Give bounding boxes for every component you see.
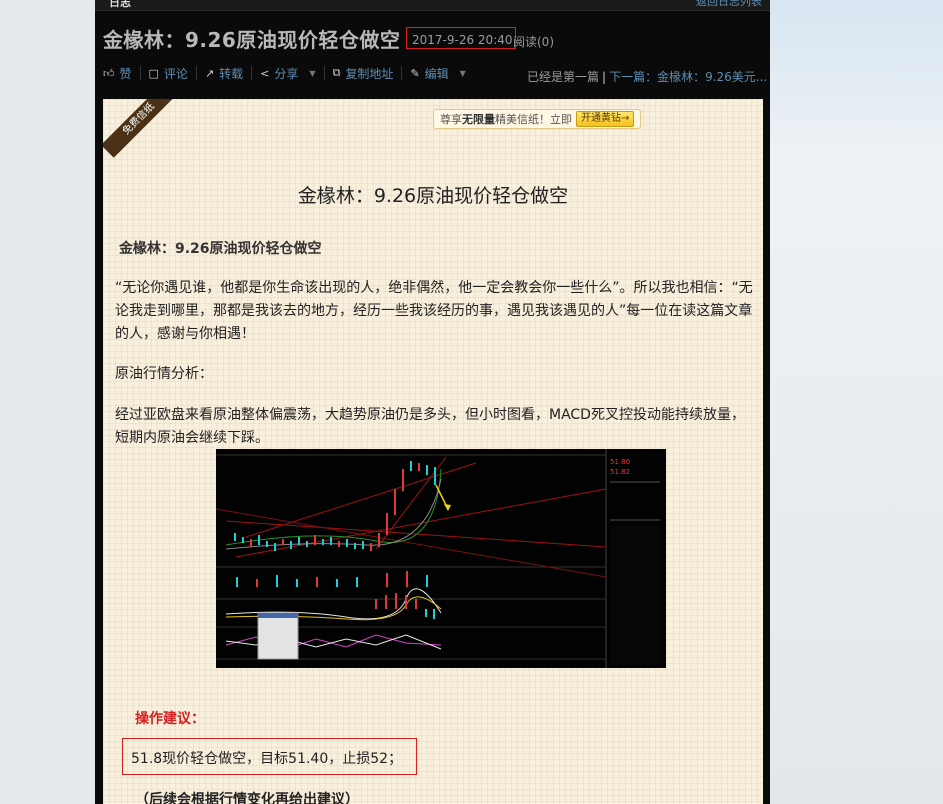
comment-label: 评论 <box>163 66 188 81</box>
repost-label: 转载 <box>219 66 244 81</box>
post-date: 2017-9-26 20:40 <box>412 33 513 47</box>
edit-label: 编辑 <box>424 66 449 81</box>
svg-text:51.80: 51.80 <box>610 458 630 466</box>
post-toolbar: 👍︎ 赞 □ 评论 ↗ 转载 < 分享 ▼ ⧉ 复制地址 ✎ 编辑 ▼ <box>103 64 474 82</box>
analysis-line-1: 经过亚欧盘来看原油整体偏震荡，大趋势原油仍是多头，但小时图看，MACD死叉控投动… <box>115 407 745 423</box>
next-post-link[interactable]: 下一篇：金椽林：9.26美元... <box>609 70 767 84</box>
repost-icon: ↗ <box>204 66 215 80</box>
share-label: 分享 <box>274 66 299 81</box>
page-background-right <box>770 0 943 804</box>
svg-text:51.82: 51.82 <box>610 468 630 476</box>
copy-address-button[interactable]: ⧉ 复制地址 <box>325 66 403 81</box>
advice-text: 51.8现价轻仓做空，目标51.40，止损52； <box>131 751 403 767</box>
quote-line-1: “无论你遇见谁，他都是你生命该出现的人，绝非偶然，他一定会教会你一些什么”。所以… <box>115 280 753 296</box>
edit-button[interactable]: ✎ 编辑 ▼ <box>402 66 473 81</box>
thumbs-up-icon: 👍︎ <box>103 66 115 80</box>
follow-up-note: （后续会根据行情变化再给出建议） <box>135 792 359 804</box>
quote-line-2: 论我走到哪里，那都是我该去的地方，经历一些我该经历的事，遇见我该遇见的人”每一位… <box>115 303 753 319</box>
share-button[interactable]: < 分享 ▼ <box>252 66 325 81</box>
edit-icon: ✎ <box>410 66 420 80</box>
share-icon: < <box>260 66 270 80</box>
analysis-line-2: 短期内原油会继续下踩。 <box>115 430 269 446</box>
top-bar: 日志 返回日志列表 <box>95 0 770 11</box>
page-background-left <box>0 0 95 804</box>
drawing-tools-palette <box>257 612 299 660</box>
open-vip-button[interactable]: 开通黄钻→ <box>576 111 635 127</box>
quote-line-3: 的人，感谢与你相遇！ <box>115 326 255 342</box>
letter-paper: 免费信纸 尊享 无限量 精美信纸！立即 开通黄钻→ 金椽林：9.26原油现价轻仓做空… <box>103 99 763 804</box>
post-navigation: 已经是第一篇 | 下一篇：金椽林：9.26美元... <box>527 70 768 84</box>
oil-price-chart-image: 51.80 51.82 <box>215 449 666 668</box>
like-button[interactable]: 👍︎ 赞 <box>103 66 141 81</box>
analysis-label: 原油行情分析： <box>115 366 213 382</box>
comment-button[interactable]: □ 评论 <box>141 66 197 81</box>
read-count: 阅读(0) <box>513 35 554 49</box>
like-label: 赞 <box>119 66 132 81</box>
copy-icon: ⧉ <box>332 66 341 79</box>
free-paper-ribbon: 免费信纸 <box>103 99 178 158</box>
chevron-down-icon: ▼ <box>459 68 466 78</box>
advice-label: 操作建议： <box>135 711 205 727</box>
repost-button[interactable]: ↗ 转载 <box>197 66 253 81</box>
chevron-down-icon: ▼ <box>309 68 316 78</box>
trading-terminal-screenshot: 51.80 51.82 <box>215 449 666 668</box>
back-to-list-link[interactable]: 返回日志列表 <box>696 0 762 9</box>
article-subheading: 金椽林：9.26原油现价轻仓做空 <box>119 241 322 257</box>
vip-promo-banner[interactable]: 尊享 无限量 精美信纸！立即 开通黄钻→ <box>433 109 641 129</box>
copy-label: 复制地址 <box>345 66 394 81</box>
first-post-text: 已经是第一篇 <box>527 70 600 84</box>
article-heading: 金椽林：9.26原油现价轻仓做空 <box>297 185 569 207</box>
post-title: 金椽林：9.26原油现价轻仓做空 <box>103 28 401 52</box>
top-bar-title: 日志 <box>109 0 131 9</box>
comment-icon: □ <box>148 66 159 80</box>
